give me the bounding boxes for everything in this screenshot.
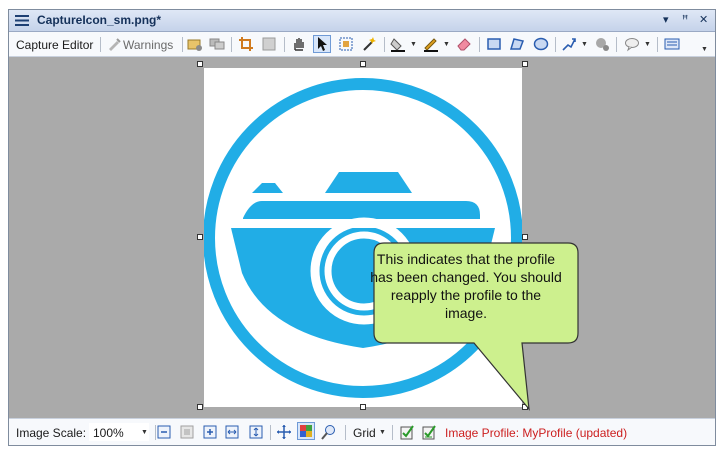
callout-text: This indicates that the profile has been… [370,251,562,321]
callout-shape [373,242,579,411]
